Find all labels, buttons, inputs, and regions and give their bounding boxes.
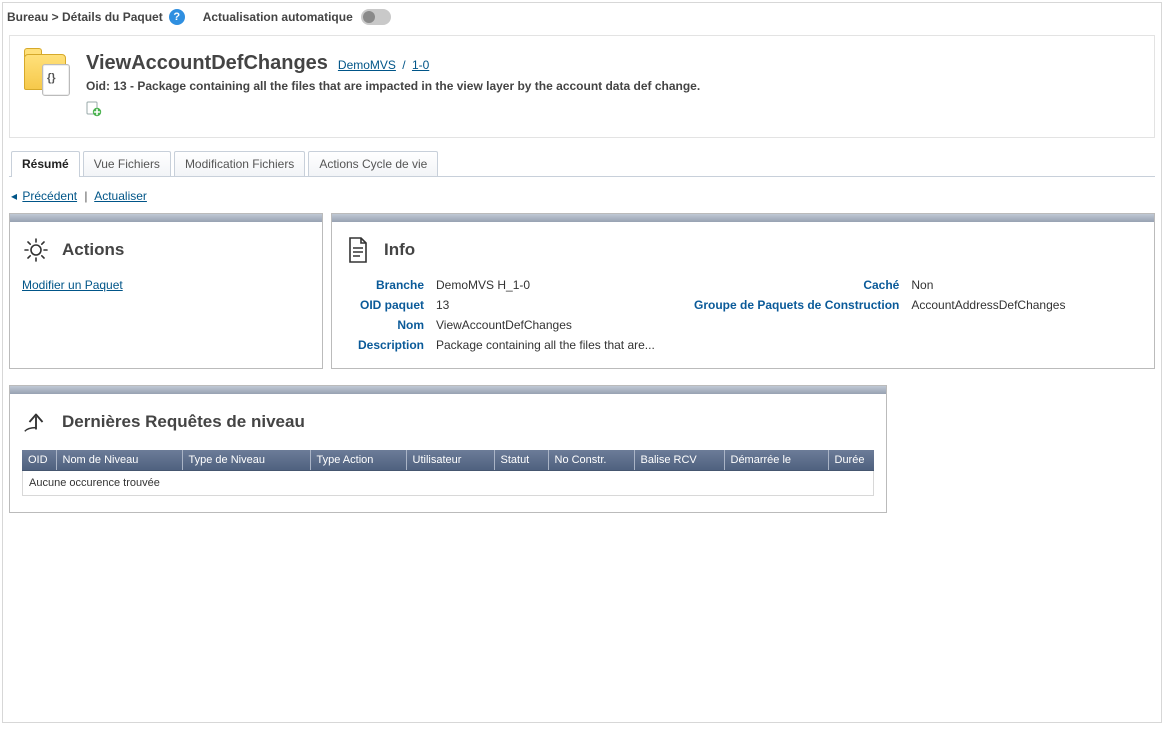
level-requests-table: OID Nom de Niveau Type de Niveau Type Ac… [22,450,874,471]
level-requests-panel: Dernières Requêtes de niveau OID Nom de … [9,385,887,513]
back-link[interactable]: Précédent [22,189,77,203]
col-rcv-tag[interactable]: Balise RCV [634,450,724,471]
label-hidden: Caché [694,278,899,292]
level-requests-title: Dernières Requêtes de niveau [62,412,305,432]
tab-modification-fichiers[interactable]: Modification Fichiers [174,151,305,176]
label-description: Description [344,338,424,352]
refresh-link[interactable]: Actualiser [94,189,147,203]
back-triangle-icon: ◂ [11,189,17,203]
auto-refresh: Actualisation automatique [203,9,391,25]
value-branch: DemoMVS H_1-0 [436,278,684,292]
version-link[interactable]: 1-0 [412,58,429,72]
col-build-no[interactable]: No Constr. [548,450,634,471]
auto-refresh-label: Actualisation automatique [203,10,353,24]
tab-resume[interactable]: Résumé [11,151,80,177]
label-build-group: Groupe de Paquets de Construction [694,298,899,312]
actions-panel: Actions Modifier un Paquet [9,213,323,369]
help-icon[interactable]: ? [169,9,185,25]
label-name: Nom [344,318,424,332]
col-started[interactable]: Démarrée le [724,450,828,471]
panel-bar [10,386,886,394]
value-hidden: Non [911,278,1142,292]
project-link[interactable]: DemoMVS [338,58,396,72]
value-build-group: AccountAddressDefChanges [911,298,1142,312]
label-branch: Branche [344,278,424,292]
modify-package-link[interactable]: Modifier un Paquet [22,278,123,292]
label-oid: OID paquet [344,298,424,312]
panel-bar [10,214,322,222]
panel-bar [332,214,1154,222]
breadcrumb: Bureau > Détails du Paquet [7,10,163,24]
info-panel: Info Branche DemoMVS H_1-0 OID paquet 13… [331,213,1155,369]
col-level-type[interactable]: Type de Niveau [182,450,310,471]
value-oid: 13 [436,298,684,312]
gear-icon [22,236,50,264]
nav-links: ◂ Précédent | Actualiser [11,189,1153,203]
value-name: ViewAccountDefChanges [436,318,684,332]
col-user[interactable]: Utilisateur [406,450,494,471]
col-level-name[interactable]: Nom de Niveau [56,450,182,471]
tab-vue-fichiers[interactable]: Vue Fichiers [83,151,171,176]
nav-separator: | [84,189,87,203]
table-header-row: OID Nom de Niveau Type de Niveau Type Ac… [22,450,874,471]
col-duration[interactable]: Durée [828,450,874,471]
value-description: Package containing all the files that ar… [436,338,666,352]
page-title: ViewAccountDefChanges [86,52,328,75]
page-subtitle: Oid: 13 - Package containing all the fil… [86,79,1140,93]
tabs: Résumé Vue Fichiers Modification Fichier… [9,150,1155,177]
auto-refresh-toggle[interactable] [361,9,391,25]
table-empty-message: Aucune occurence trouvée [22,471,874,496]
top-bar: Bureau > Détails du Paquet ? Actualisati… [3,3,1161,31]
document-icon [344,236,372,264]
col-oid[interactable]: OID [22,450,56,471]
tab-actions-cycle-de-vie[interactable]: Actions Cycle de vie [308,151,438,176]
add-icon[interactable] [86,101,1140,117]
actions-title: Actions [62,240,124,260]
package-header: {} ViewAccountDefChanges DemoMVS / 1-0 O… [9,35,1155,138]
col-action-type[interactable]: Type Action [310,450,406,471]
package-icon: {} [24,54,72,96]
title-separator: / [402,58,405,72]
info-title: Info [384,240,415,260]
arrow-up-icon [22,408,50,436]
col-status[interactable]: Statut [494,450,548,471]
